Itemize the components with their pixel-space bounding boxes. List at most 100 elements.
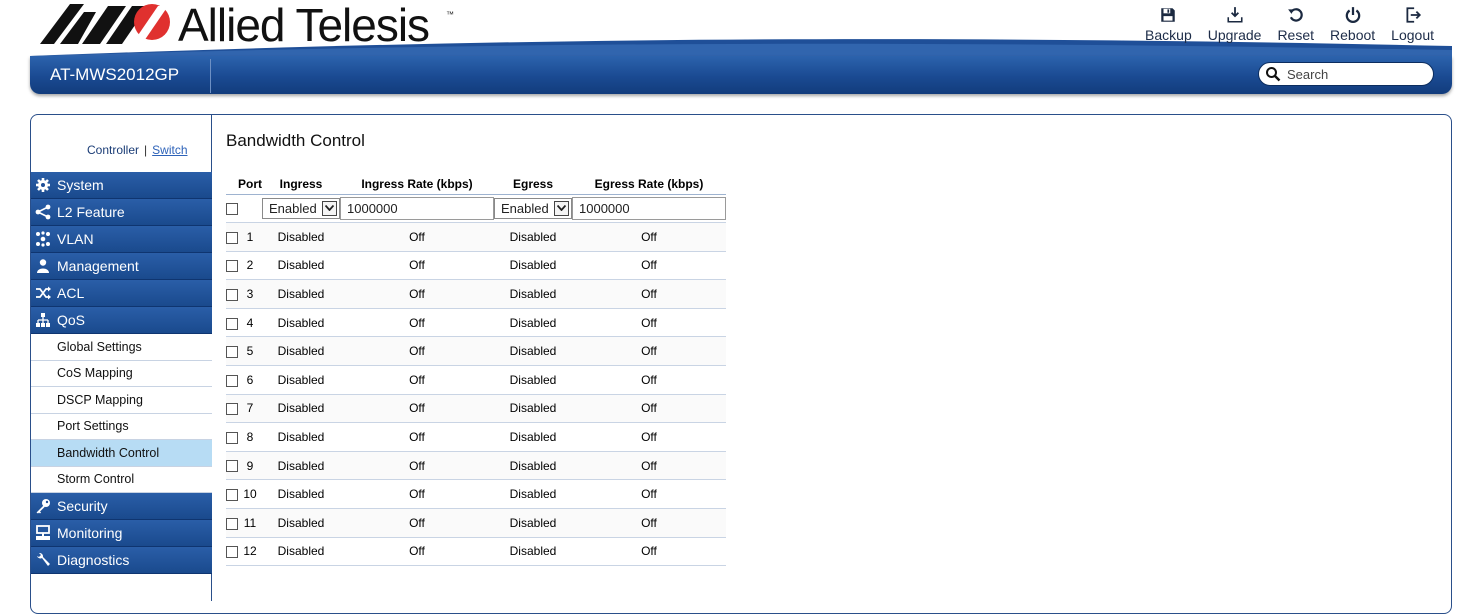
- sidebar-item-management[interactable]: Management: [31, 253, 212, 280]
- brand-name: Allied Telesis: [178, 0, 430, 51]
- sidebar-subitem-label: Global Settings: [57, 339, 142, 354]
- search-input[interactable]: [1285, 65, 1425, 83]
- egress-cell: Disabled: [494, 279, 572, 309]
- column-header-ingress: Ingress: [262, 174, 340, 195]
- sidebar-subitem-label: Port Settings: [57, 419, 129, 434]
- table-row: 12 Disabled Off Disabled Off: [226, 537, 726, 567]
- sidebar-subitem-label: Storm Control: [57, 472, 135, 487]
- sidebar-item-label: System: [57, 177, 104, 193]
- logout-button[interactable]: Logout: [1383, 6, 1442, 43]
- search-icon[interactable]: [1265, 66, 1281, 82]
- row-select-cell: [226, 308, 238, 338]
- port-cell: 8: [238, 422, 262, 452]
- ingress-rate-cell: Off: [340, 394, 494, 424]
- egress-rate-cell: Off: [572, 251, 726, 281]
- sidebar-item-acl[interactable]: ACL: [31, 280, 212, 307]
- brand-trademark: ™: [446, 10, 454, 19]
- sidebar-item-label: Management: [57, 258, 139, 274]
- sidebar-item-label: Monitoring: [57, 525, 123, 541]
- row-checkbox[interactable]: [226, 231, 238, 244]
- ingress-cell: Disabled: [262, 336, 340, 367]
- sidebar-subitem-port-settings[interactable]: Port Settings: [31, 413, 212, 440]
- table-row: 5 Disabled Off Disabled Off: [226, 336, 726, 367]
- row-checkbox[interactable]: [226, 317, 238, 330]
- sidebar-item-system[interactable]: System: [31, 172, 212, 199]
- sidebar-item-label: QoS: [57, 312, 86, 328]
- table-row: 2 Disabled Off Disabled Off: [226, 251, 726, 281]
- row-select-cell: [226, 422, 238, 452]
- chevron-down-icon: [322, 200, 337, 216]
- upgrade-button[interactable]: Upgrade: [1200, 6, 1270, 43]
- sidebar-subitem-label: DSCP Mapping: [57, 392, 143, 407]
- sidebar-item-monitoring[interactable]: Monitoring: [31, 520, 212, 547]
- row-checkbox[interactable]: [226, 546, 238, 559]
- egress-rate-cell: Off: [572, 222, 726, 252]
- port-cell: 10: [238, 479, 262, 510]
- logout-label: Logout: [1391, 27, 1434, 43]
- sidebar-item-vlan[interactable]: VLAN: [31, 226, 212, 253]
- reset-button[interactable]: Reset: [1269, 6, 1322, 43]
- edit-row-egress-rate-cell: [572, 194, 726, 224]
- row-checkbox[interactable]: [226, 517, 238, 530]
- egress-cell: Disabled: [494, 336, 572, 367]
- ingress-rate-input[interactable]: [340, 196, 494, 220]
- sidebar-item-diagnostics[interactable]: Diagnostics: [31, 547, 212, 574]
- row-checkbox[interactable]: [226, 288, 238, 301]
- select-all-checkbox[interactable]: [226, 203, 238, 216]
- egress-rate-input[interactable]: [572, 196, 726, 220]
- table-header-row: Port Ingress Ingress Rate (kbps) Egress …: [226, 174, 726, 195]
- ingress-select[interactable]: Enabled: [262, 197, 340, 219]
- edit-row-ingress-rate-cell: [340, 194, 494, 224]
- sidebar-subitem-cos-mapping[interactable]: CoS Mapping: [31, 360, 212, 387]
- backup-button[interactable]: Backup: [1137, 6, 1200, 43]
- ingress-cell: Disabled: [262, 451, 340, 481]
- ingress-rate-cell: Off: [340, 336, 494, 367]
- sidebar-item-qos[interactable]: QoS: [31, 307, 212, 334]
- sidebar-item-label: VLAN: [57, 231, 94, 247]
- switch-link[interactable]: Switch: [152, 143, 187, 157]
- port-cell: 11: [238, 508, 262, 538]
- sidebar-item-label: Security: [57, 498, 108, 514]
- sidebar-item-l2-feature[interactable]: L2 Feature: [31, 199, 212, 226]
- row-checkbox[interactable]: [226, 374, 238, 387]
- reboot-button[interactable]: Reboot: [1322, 6, 1383, 43]
- egress-rate-cell: Off: [572, 365, 726, 395]
- egress-rate-cell: Off: [572, 279, 726, 309]
- egress-cell: Disabled: [494, 422, 572, 452]
- row-checkbox[interactable]: [226, 346, 238, 359]
- row-checkbox[interactable]: [226, 460, 238, 473]
- row-checkbox[interactable]: [226, 431, 238, 444]
- table-row: 11 Disabled Off Disabled Off: [226, 508, 726, 538]
- sidebar-subitem-bandwidth-control[interactable]: Bandwidth Control: [31, 440, 212, 467]
- egress-cell: Disabled: [494, 308, 572, 338]
- ingress-rate-cell: Off: [340, 222, 494, 252]
- egress-rate-cell: Off: [572, 451, 726, 481]
- edit-row-ingress-cell: Enabled: [262, 194, 340, 224]
- row-select-cell: [226, 537, 238, 567]
- ingress-cell: Disabled: [262, 479, 340, 510]
- row-select-cell: [226, 222, 238, 252]
- egress-cell: Disabled: [494, 394, 572, 424]
- row-checkbox[interactable]: [226, 260, 238, 273]
- row-checkbox[interactable]: [226, 489, 238, 502]
- ingress-cell: Disabled: [262, 308, 340, 338]
- sidebar-subitem-dscp-mapping[interactable]: DSCP Mapping: [31, 387, 212, 414]
- backup-label: Backup: [1145, 27, 1192, 43]
- row-checkbox[interactable]: [226, 403, 238, 416]
- egress-select[interactable]: Enabled: [494, 197, 572, 219]
- gear-icon: [36, 178, 50, 192]
- main-panel: Controller | Switch System L2 Feature VL…: [30, 114, 1452, 614]
- row-select-cell: [226, 365, 238, 395]
- sidebar-subitem-global-settings[interactable]: Global Settings: [31, 334, 212, 361]
- ingress-cell: Disabled: [262, 365, 340, 395]
- controller-link[interactable]: Controller: [87, 143, 139, 157]
- table-row: 4 Disabled Off Disabled Off: [226, 308, 726, 338]
- cluster-icon: [36, 231, 50, 247]
- ingress-cell: Disabled: [262, 422, 340, 452]
- egress-rate-cell: Off: [572, 479, 726, 510]
- sidebar-item-security[interactable]: Security: [31, 493, 212, 520]
- column-header-ingress-rate: Ingress Rate (kbps): [340, 174, 494, 195]
- sidebar-subitem-storm-control[interactable]: Storm Control: [31, 466, 212, 493]
- ingress-select-value: Enabled: [269, 200, 317, 216]
- chevron-down-icon: [554, 200, 569, 216]
